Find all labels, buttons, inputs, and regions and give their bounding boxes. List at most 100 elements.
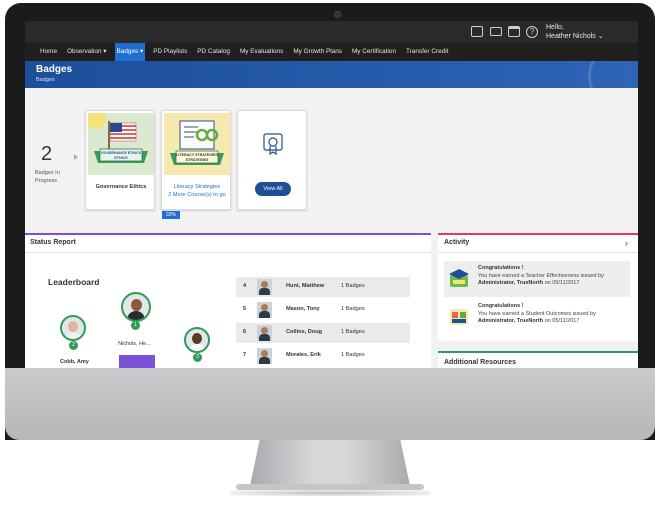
user-menu[interactable]: Hello, Heather Nichols ⌄ [546, 23, 604, 41]
avatar [257, 325, 272, 341]
avatar [257, 279, 272, 295]
activity-issuer: Administrator, TrueNorth [478, 280, 544, 286]
activity-headline: Congratulations ! [478, 303, 524, 309]
top-bar: ? Hello, Heather Nichols ⌄ [25, 21, 638, 43]
screen: ? Hello, Heather Nichols ⌄ Home Observat… [25, 21, 638, 368]
rank-number: 4 [243, 283, 247, 289]
rank-name: Collins, Doug [286, 329, 323, 335]
stand-shadow [230, 490, 430, 496]
activity-item[interactable]: Congratulations ! You have earned a Teac… [444, 261, 630, 297]
avatar[interactable] [184, 327, 210, 353]
chevron-right-icon [74, 154, 78, 160]
badge-remaining-note: 2 More Course(s) to go [168, 192, 226, 198]
divider [438, 252, 638, 253]
activity-date: on 05/11/2017 [544, 318, 580, 324]
rank-badge: 3 [193, 353, 202, 362]
nav-observation[interactable]: Observation ▾ [65, 43, 108, 61]
badge-name[interactable]: Governance Ethics [86, 184, 156, 192]
badge-card-literacy-strategies[interactable]: LITERACY STRATEGIES STRATEGIES Literacy … [161, 110, 232, 219]
camera-icon [334, 11, 341, 18]
avatar[interactable] [121, 292, 151, 322]
nav-pd-playlists[interactable]: PD Playlists [151, 43, 189, 61]
nav-my-certification[interactable]: My Certification [350, 43, 398, 61]
graduation-cap-icon [449, 269, 469, 287]
view-all-card[interactable]: View All [237, 110, 307, 210]
nav-my-evaluations[interactable]: My Evaluations [238, 43, 285, 61]
rank-badge: 1 [131, 321, 140, 330]
rank-badge: 2 [69, 341, 78, 350]
activity-panel: Activity › Congratulations ! You have ea… [438, 233, 638, 341]
activity-text: Congratulations ! You have earned a Stud… [478, 303, 628, 326]
badge-name[interactable]: Literacy Strategies [162, 184, 232, 192]
leaderboard-name: Nichols, He... [118, 341, 151, 347]
chevron-right-icon[interactable]: › [625, 238, 628, 248]
mail-icon[interactable] [490, 27, 502, 36]
divider [25, 252, 431, 253]
avatar-face [192, 333, 202, 344]
activity-body: You have earned a Teacher Effectiveness … [478, 272, 604, 279]
banner-decoration [588, 61, 638, 88]
activity-title: Activity [444, 239, 470, 246]
leaderboard-row[interactable]: 7 Morales, Erik 1 Badges [236, 346, 410, 366]
breadcrumb[interactable]: Badges [36, 77, 55, 83]
badge-ribbon-text: GOVERNANCE ETHICS [101, 151, 142, 155]
leaderboard-title: Leaderboard [48, 277, 100, 287]
rank-name: Hunt, Matthew [286, 283, 325, 289]
activity-date: on 05/11/2017 [544, 280, 580, 286]
rank-badge-count: 1 Badges [341, 329, 365, 335]
avatar-face [68, 321, 78, 332]
rank-number: 7 [243, 352, 247, 358]
avatar-body [188, 344, 206, 351]
rank-badge-count: 1 Badges [341, 283, 365, 289]
podium-bar [119, 355, 155, 368]
leaderboard-row[interactable]: 5 Mason, Tony 1 Badges [236, 300, 410, 320]
leaderboard-row[interactable]: 4 Hunt, Matthew 1 Badges [236, 277, 410, 297]
rank-number: 6 [243, 329, 247, 335]
status-report-panel: Status Report Leaderboard 2 Cobb, Amy 1 … [25, 233, 431, 368]
literacy-strategies-badge-image: LITERACY STRATEGIES STRATEGIES [164, 113, 230, 175]
avatar-body [64, 332, 82, 339]
monitor-chin [5, 368, 655, 440]
avatar [257, 302, 272, 318]
rank-name: Mason, Tony [286, 306, 320, 312]
activity-issuer: Administrator, TrueNorth [478, 318, 544, 324]
badge-certificate-icon [263, 133, 283, 155]
nav-badges[interactable]: Badges ▾ [114, 43, 146, 61]
rank-name: Morales, Erik [286, 352, 321, 358]
activity-item[interactable]: Congratulations ! You have earned a Stud… [444, 299, 630, 335]
avatar [257, 348, 272, 364]
page-banner: Badges Badges [25, 61, 638, 88]
badge-progress-bar: 33% [162, 211, 180, 219]
nav-my-growth-plans[interactable]: My Growth Plans [291, 43, 344, 61]
notes-icon[interactable] [471, 26, 483, 37]
monitor-stand [250, 440, 410, 486]
avatar-face [131, 299, 142, 311]
additional-resources-title: Additional Resources [444, 359, 516, 366]
help-icon[interactable]: ? [526, 26, 538, 38]
rank-badge-count: 1 Badges [341, 306, 365, 312]
activity-text: Congratulations ! You have earned a Teac… [478, 265, 628, 288]
avatar[interactable] [60, 315, 86, 341]
nav-transfer-credit[interactable]: Transfer Credit [404, 43, 450, 61]
rank-badge-count: 1 Badges [341, 352, 365, 358]
user-name[interactable]: Heather Nichols ⌄ [546, 32, 604, 41]
activity-headline: Congratulations ! [478, 265, 524, 271]
badges-in-progress-count: 2 [41, 143, 53, 165]
badges-in-progress-label: Badges In Progress [35, 170, 60, 184]
nav-home[interactable]: Home [38, 43, 59, 61]
additional-resources-panel: Additional Resources [438, 351, 638, 368]
status-report-title: Status Report [30, 239, 76, 246]
leaderboard-name: Cobb, Amy [60, 359, 89, 365]
rank-number: 5 [243, 306, 247, 312]
page-title: Badges [36, 64, 73, 75]
main-nav: Home Observation ▾ Badges ▾ PD Playlists… [25, 43, 638, 61]
badge-card-governance-ethics[interactable]: GOVERNANCE ETHICS ETHICS Governance Ethi… [85, 110, 155, 210]
governance-ethics-badge-image: GOVERNANCE ETHICS ETHICS [88, 113, 154, 175]
activity-body: You have earned a Student Outcomes issue… [478, 310, 596, 317]
calendar-icon[interactable] [508, 26, 520, 37]
nav-pd-catalog[interactable]: PD Catalog [195, 43, 232, 61]
leaderboard-row[interactable]: 6 Collins, Doug 1 Badges [236, 323, 410, 343]
view-all-button[interactable]: View All [255, 182, 291, 196]
svg-text:STRATEGIES: STRATEGIES [186, 158, 209, 162]
student-outcomes-icon [450, 309, 468, 325]
